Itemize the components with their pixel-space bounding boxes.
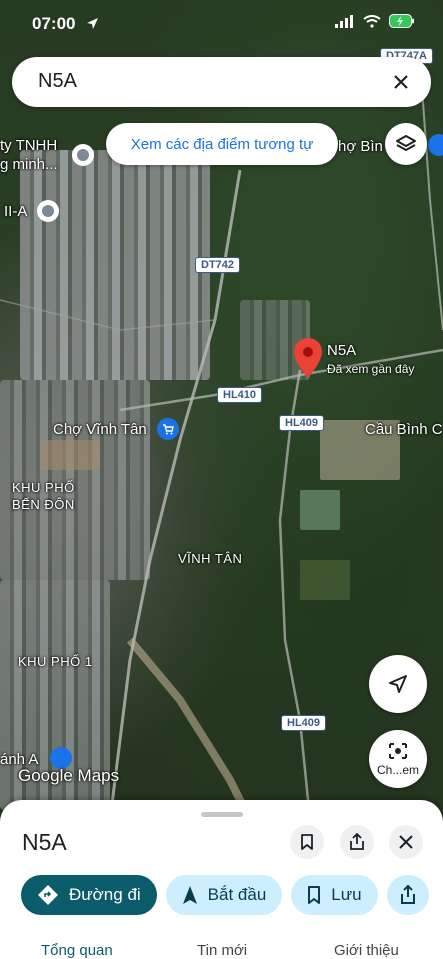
drag-handle[interactable] [201, 812, 243, 817]
start-label: Bắt đầu [207, 885, 267, 904]
local-road [0, 299, 216, 331]
road-shield-dt742: DT742 [195, 257, 241, 273]
bookmark-icon [301, 834, 313, 850]
road-shield-hl409: HL409 [279, 415, 325, 431]
status-icons [335, 14, 415, 28]
shopping-cart-icon[interactable] [157, 418, 179, 440]
navigation-arrow-icon [182, 886, 197, 904]
directions-label: Đường đi [69, 885, 141, 904]
location-pin-icon[interactable] [294, 338, 322, 378]
layers-button[interactable] [385, 123, 427, 165]
road-shield-hl410: HL410 [217, 387, 263, 403]
share-icon [400, 885, 415, 904]
place-bottom-sheet[interactable]: N5A Đường đi Bắt đầu Lưu Tổng quan Tin m… [0, 800, 443, 959]
bookmark-icon [308, 886, 321, 904]
map-label-company[interactable]: ty TNHH [0, 137, 57, 154]
wifi-icon [363, 14, 381, 28]
map-label-cho-vinh-tan[interactable]: Chợ Vĩnh Tân [53, 421, 147, 438]
shopping-poi-icon[interactable] [428, 134, 443, 156]
map-label-khu-pho-1: KHU PHỐ 1 [18, 654, 93, 669]
directions-icon [38, 885, 58, 905]
map-label-cau-binh[interactable]: Cầu Bình C [365, 421, 443, 438]
close-sheet-button[interactable] [389, 825, 423, 859]
close-icon [399, 835, 413, 849]
battery-charging-icon [389, 14, 414, 28]
layers-icon [396, 135, 416, 151]
close-icon [394, 75, 408, 89]
pin-title[interactable]: N5A [327, 342, 356, 359]
signal-bars-icon [335, 14, 353, 28]
directions-button[interactable]: Đường đi [21, 875, 157, 915]
my-location-button[interactable] [369, 655, 427, 713]
status-time: 07:00 [32, 14, 76, 33]
sheet-tabs: Tổng quan Tin mới Giới thiệu [0, 942, 443, 959]
road-dt747a [419, 59, 443, 331]
road-shield-hl409: HL409 [281, 715, 327, 731]
save-button[interactable]: Lưu [291, 875, 378, 915]
share-button[interactable] [340, 825, 374, 859]
clear-search-button[interactable] [385, 66, 417, 98]
status-bar: 07:00 [0, 0, 443, 48]
road-hl410 [119, 348, 443, 412]
street-view-button[interactable]: Ch...em [369, 730, 427, 788]
share-icon [350, 833, 364, 850]
search-bar[interactable]: N5A [12, 57, 431, 107]
location-arrow-icon [87, 18, 98, 29]
similar-places-chip[interactable]: Xem các địa điểm tương tự [106, 123, 338, 165]
map-label-vinh-tan: VĨNH TÂN [178, 551, 243, 566]
road-hl409 [278, 369, 312, 820]
action-buttons-row: Đường đi Bắt đầu Lưu [21, 875, 429, 915]
tab-about[interactable]: Giới thiệu [334, 942, 399, 959]
save-bookmark-button[interactable] [290, 825, 324, 859]
google-maps-logo: Google Maps [18, 766, 120, 785]
map-label-khu-pho: KHU PHỐ [12, 480, 75, 495]
poi-marker-icon[interactable] [37, 200, 59, 222]
camera-view-icon [389, 743, 407, 759]
search-query[interactable]: N5A [38, 70, 77, 93]
save-label: Lưu [331, 885, 362, 904]
tab-updates[interactable]: Tin mới [197, 942, 247, 959]
share-action-button[interactable] [386, 875, 429, 915]
map-label-ben-don: BẾN ĐÔN [12, 497, 75, 512]
map-label-industrial-park[interactable]: II-A [4, 203, 27, 220]
start-navigation-button[interactable]: Bắt đầu [165, 875, 283, 915]
street-view-label: Ch...em [376, 763, 419, 777]
river-bed [126, 637, 254, 820]
poi-marker-icon[interactable] [72, 144, 94, 166]
map-label-company-line2[interactable]: g minh... [0, 156, 58, 173]
place-title: N5A [22, 829, 67, 855]
navigation-arrow-icon [389, 675, 407, 693]
map-label-cho-binh[interactable]: hợ Bìn [338, 138, 383, 155]
tab-overview[interactable]: Tổng quan [41, 942, 113, 959]
pin-subtitle: Đã xem gần đây [327, 362, 415, 376]
